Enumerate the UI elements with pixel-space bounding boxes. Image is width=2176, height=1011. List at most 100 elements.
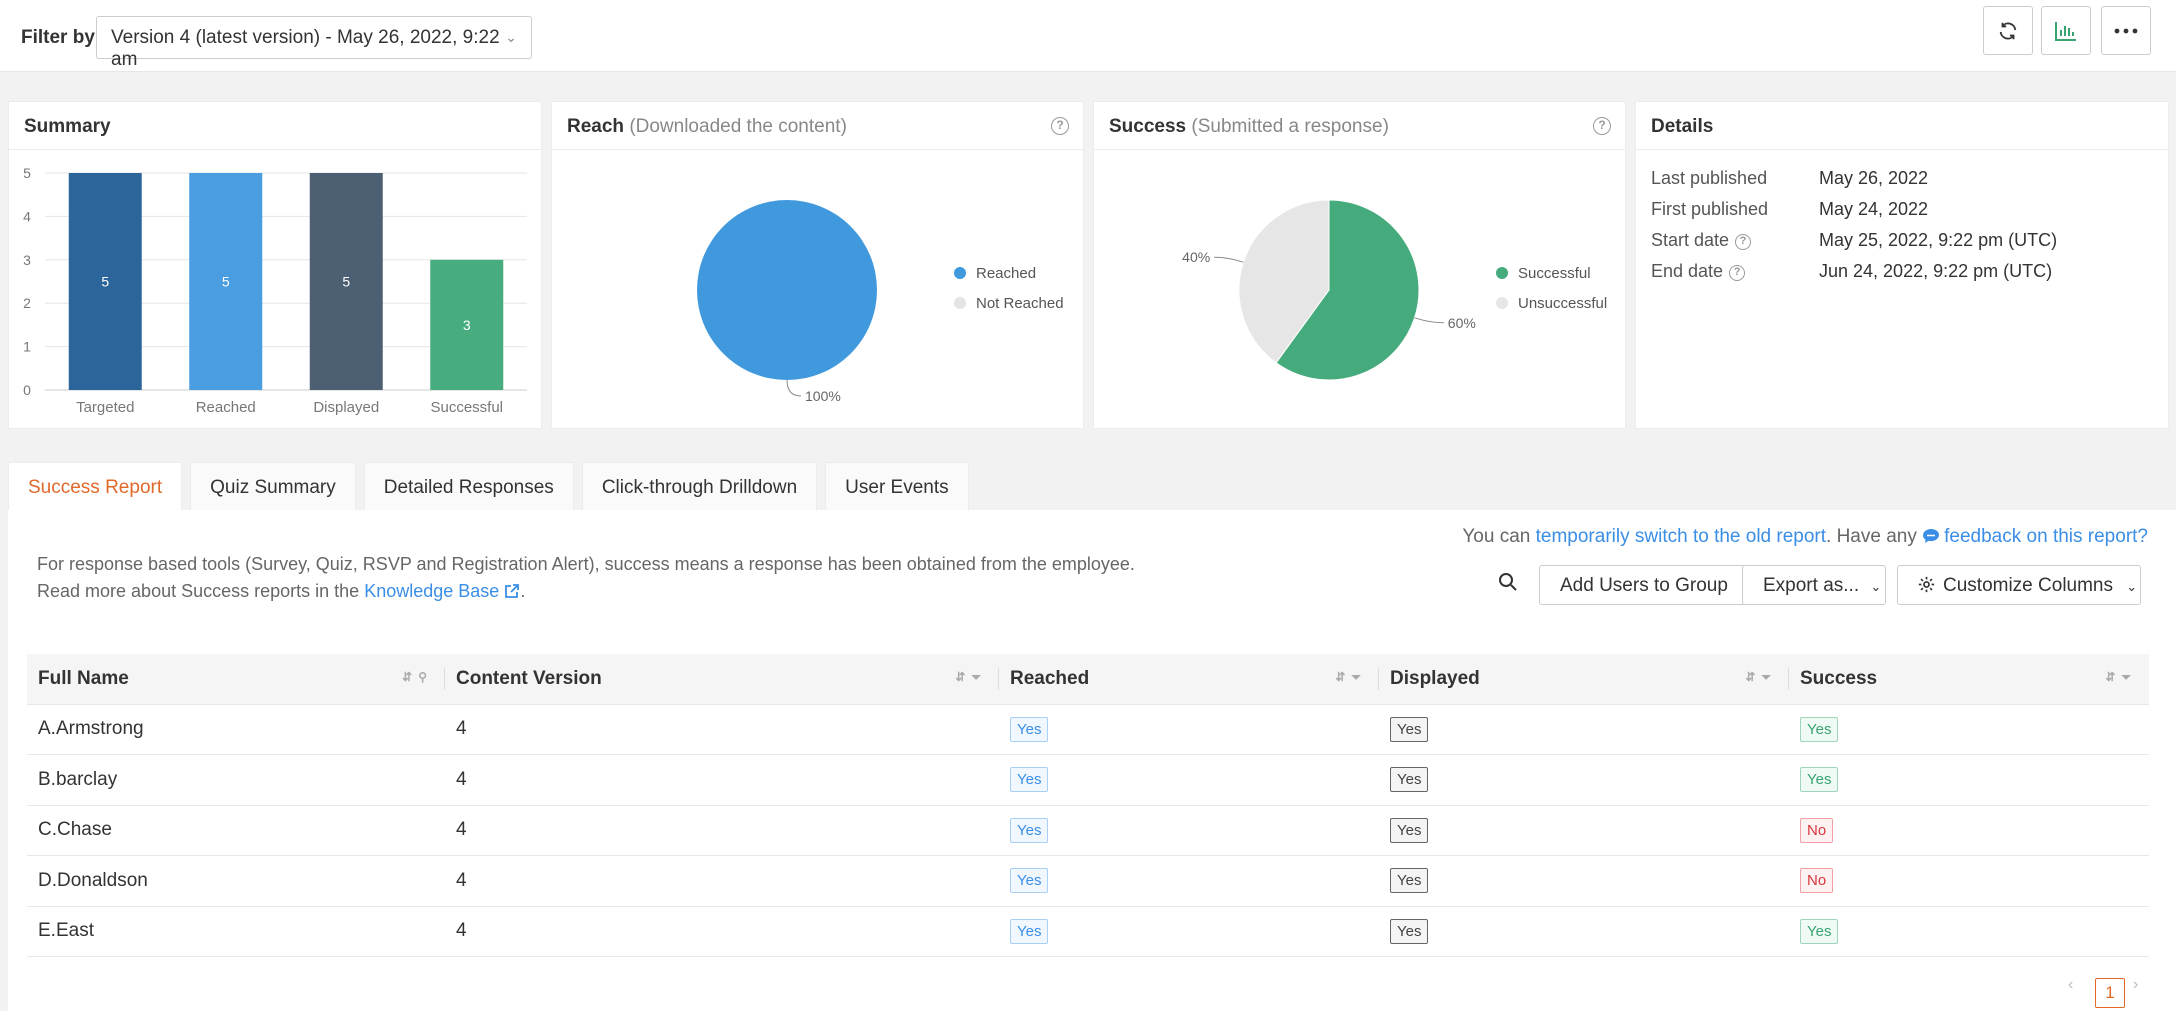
tab-quiz-summary[interactable]: Quiz Summary <box>190 462 356 510</box>
cell-content-version: 4 <box>445 704 999 755</box>
x-tick-label: Targeted <box>76 399 134 416</box>
pagination-page-1[interactable]: 1 <box>2095 978 2125 1008</box>
help-icon[interactable]: ? <box>1593 117 1611 135</box>
column-header-success[interactable]: Success ⇵⏷ <box>1789 654 2149 705</box>
column-header-full-name[interactable]: Full Name ⇵⚲ <box>27 654 445 705</box>
customize-columns-button[interactable]: Customize Columns ⌄ <box>1897 565 2141 605</box>
success-badge: No <box>1800 868 1834 894</box>
chart-view-button[interactable] <box>2041 6 2091 55</box>
tab-detailed-responses[interactable]: Detailed Responses <box>363 462 574 510</box>
tab-user-events[interactable]: User Events <box>825 462 969 510</box>
table-row[interactable]: A.Armstrong 4 Yes Yes Yes <box>27 704 2149 755</box>
reached-badge: Yes <box>1010 767 1049 793</box>
y-tick-label: 5 <box>23 165 31 181</box>
column-header-content-version[interactable]: Content Version ⇵⏷ <box>445 654 999 705</box>
x-tick-label: Displayed <box>313 399 379 416</box>
more-icon <box>2114 28 2138 33</box>
cell-full-name: E.East <box>27 906 445 957</box>
external-link-icon <box>505 584 520 598</box>
sort-filter-icons[interactable]: ⇵⏷ <box>1335 670 1367 685</box>
details-value: Jun 24, 2022, 9:22 pm (UTC) <box>1819 261 2053 281</box>
y-tick-label: 1 <box>23 339 31 355</box>
cell-content-version: 4 <box>445 754 999 806</box>
version-filter-value: Version 4 (latest version) - May 26, 202… <box>111 27 500 70</box>
pie-value-label: 100% <box>805 388 841 404</box>
sort-icon[interactable]: ⇵⚲ <box>402 670 433 684</box>
switch-old-report-link[interactable]: temporarily switch to the old report <box>1536 526 1826 547</box>
filter-label: Filter by: <box>21 27 102 48</box>
column-header-displayed[interactable]: Displayed ⇵⏷ <box>1379 654 1789 705</box>
old-report-notice: You can temporarily switch to the old re… <box>1462 526 2148 547</box>
refresh-icon <box>1999 22 2017 39</box>
chart-icon <box>2055 21 2076 41</box>
label-leader-line <box>786 379 802 397</box>
cell-full-name: D.Donaldson <box>27 855 445 907</box>
y-tick-label: 2 <box>23 295 31 311</box>
refresh-button[interactable] <box>1983 6 2033 55</box>
table-row[interactable]: C.Chase 4 Yes Yes No <box>27 805 2149 856</box>
pie-value-label: 40% <box>1182 249 1210 265</box>
pie-slice[interactable] <box>697 200 877 380</box>
legend-item[interactable]: Not Reached <box>954 288 1064 318</box>
details-value: May 24, 2022 <box>1819 199 1929 219</box>
top-bar: Filter by: Version 4 (latest version) - … <box>0 0 2176 72</box>
success-card-title: Success (Submitted a response) ? <box>1094 102 1625 150</box>
sort-filter-icons[interactable]: ⇵⏷ <box>2105 670 2137 685</box>
chevron-down-icon: ⌄ <box>2126 579 2138 594</box>
table-row[interactable]: D.Donaldson 4 Yes Yes No <box>27 855 2149 907</box>
y-tick-label: 3 <box>23 252 31 268</box>
displayed-badge: Yes <box>1390 716 1429 742</box>
reached-badge: Yes <box>1010 817 1049 843</box>
reach-card: Reach (Downloaded the content) ? 100% Re… <box>551 101 1084 429</box>
legend-item[interactable]: Successful <box>1496 258 1607 288</box>
success-badge: No <box>1800 817 1834 843</box>
knowledge-base-link[interactable]: Knowledge Base <box>364 581 520 601</box>
sort-filter-icons[interactable]: ⇵⏷ <box>955 670 987 685</box>
summary-card-title: Summary <box>9 102 541 150</box>
details-card-title: Details <box>1636 102 2168 150</box>
help-icon[interactable]: ? <box>1735 234 1752 250</box>
success-badge: Yes <box>1800 918 1839 944</box>
reached-badge: Yes <box>1010 868 1049 894</box>
column-header-reached[interactable]: Reached ⇵⏷ <box>999 654 1379 705</box>
cell-content-version: 4 <box>445 805 999 856</box>
table-row[interactable]: B.barclay 4 Yes Yes Yes <box>27 754 2149 806</box>
export-as-button[interactable]: Export as... ⌄ <box>1742 565 1886 605</box>
pagination-next[interactable]: › <box>2133 976 2138 994</box>
add-users-to-group-button[interactable]: Add Users to Group <box>1539 565 1749 605</box>
table-header-row: Full Name ⇵⚲ Content Version ⇵⏷ Reached ⇵⏷ … <box>27 654 2149 705</box>
bar-value-label: 5 <box>101 274 109 290</box>
displayed-badge: Yes <box>1390 918 1429 944</box>
success-pie-chart: 60% 40% <box>1182 199 1476 381</box>
legend-item[interactable]: Reached <box>954 258 1064 288</box>
pie-value-label: 60% <box>1448 315 1476 331</box>
tab-success-report[interactable]: Success Report <box>8 462 183 510</box>
details-label: Last published <box>1651 168 1768 188</box>
pagination-prev[interactable]: ‹ <box>2068 976 2073 994</box>
details-card: Details Last published May 26, 2022 Firs… <box>1635 101 2169 429</box>
cell-full-name: C.Chase <box>27 805 445 856</box>
table-row[interactable]: E.East 4 Yes Yes Yes <box>27 906 2149 957</box>
reached-badge: Yes <box>1010 918 1049 944</box>
reach-legend: Reached Not Reached <box>954 258 1064 318</box>
success-badge: Yes <box>1800 716 1839 742</box>
success-legend: Successful Unsuccessful <box>1496 258 1607 318</box>
help-icon[interactable]: ? <box>1051 117 1069 135</box>
tab-click-through-drilldown[interactable]: Click-through Drilldown <box>581 462 818 510</box>
details-label: End date? <box>1651 261 1746 282</box>
feedback-link[interactable]: feedback on this report? <box>1922 526 2148 547</box>
more-options-button[interactable] <box>2101 6 2151 55</box>
search-icon[interactable] <box>1498 572 1518 592</box>
cell-content-version: 4 <box>445 906 999 957</box>
success-card: Success (Submitted a response) ? 60% 40% … <box>1093 101 1626 429</box>
y-tick-label: 4 <box>23 208 31 224</box>
version-filter-select[interactable]: Version 4 (latest version) - May 26, 202… <box>96 16 532 70</box>
report-tabs: Success Report Quiz Summary Detailed Res… <box>8 462 977 510</box>
x-tick-label: Successful <box>430 399 503 416</box>
legend-item[interactable]: Unsuccessful <box>1496 288 1607 318</box>
label-leader-line <box>1414 317 1444 324</box>
chevron-down-icon: ⌄ <box>1870 579 1882 594</box>
displayed-badge: Yes <box>1390 868 1429 894</box>
help-icon[interactable]: ? <box>1729 265 1746 281</box>
sort-filter-icons[interactable]: ⇵⏷ <box>1745 670 1777 685</box>
